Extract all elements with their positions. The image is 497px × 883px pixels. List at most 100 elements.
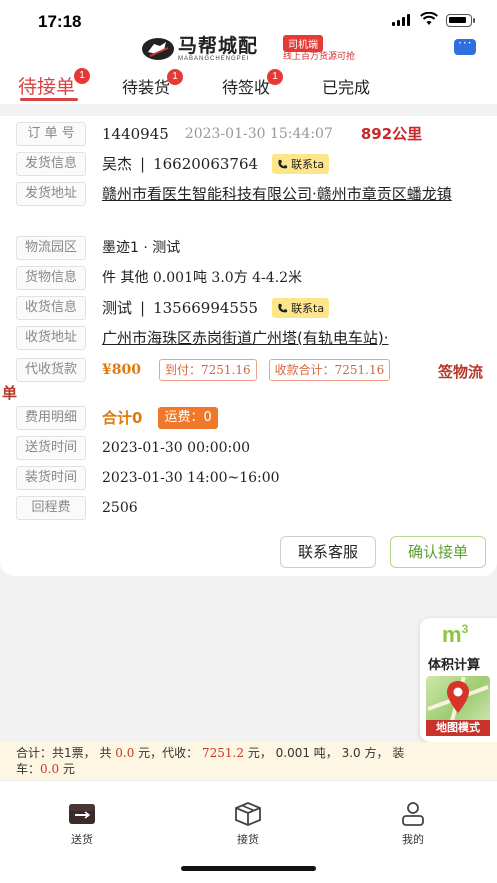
goods-info: 件 其他 0.001吨 3.0方 4-4.2米 [102, 270, 303, 286]
summary-mid1: 元，代收： [134, 746, 202, 760]
separator: | [140, 299, 146, 317]
summary-line2-prefix: 车： [16, 762, 41, 776]
tab-pending-load[interactable]: 待装货 [122, 74, 170, 98]
wifi-icon [420, 12, 438, 25]
status-time: 17:18 [38, 12, 82, 31]
order-no-row: 订 单 号 1440945 2023-01-30 15:44:07 892公里 [16, 122, 422, 146]
package-icon [235, 802, 261, 826]
collect-total-label: 收款合计： [274, 363, 335, 377]
to-pay-label: 到付： [164, 363, 201, 377]
logo-subtext: MABANGCHENGPEI [178, 56, 250, 62]
tab-completed[interactable]: 已完成 [322, 74, 370, 98]
goods-label: 货物信息 [16, 266, 86, 290]
logo: 马帮城配 MABANGCHENGPEI [140, 34, 258, 64]
return-fee: 2506 [102, 500, 138, 516]
chat-bubble-icon[interactable] [454, 36, 476, 55]
nav-item-pickup[interactable]: 接货 [218, 801, 278, 847]
battery-icon [446, 14, 475, 27]
order-time: 2023-01-30 15:44:07 [184, 126, 333, 142]
loading-time-label: 装货时间 [16, 466, 86, 490]
sender-address-link[interactable]: 赣州市看医生智能科技有限公司·赣州市章贡区蟠龙镇 [102, 182, 487, 206]
nav-item-delivery[interactable]: 送货 [52, 801, 112, 847]
sender-addr-label: 发货地址 [16, 182, 86, 206]
map-pin-icon [447, 681, 469, 713]
distance: 892公里 [360, 125, 423, 143]
tab-badge: 1 [74, 68, 90, 84]
phone-icon [278, 303, 288, 312]
m3-sup: 3 [461, 622, 469, 636]
summary-amount: 0.0 [115, 746, 135, 760]
summary-bar: 合计：共1票， 共 0.0 元，代收： 7251.2 元， 0.001 吨， 3… [0, 742, 497, 780]
tab-badge: 1 [267, 69, 283, 85]
order-tabs: 待接单 1 待装货 1 待签收 1 已完成 [0, 68, 497, 104]
fee-row: 费用明细 合计0 运费：0 [16, 406, 218, 430]
nav-label: 接货 [237, 833, 259, 846]
order-no-label: 订 单 号 [16, 122, 86, 146]
contact-sender-button[interactable]: 联系ta [272, 154, 330, 174]
nav-item-mine[interactable]: 我的 [383, 801, 443, 847]
sender-addr-row: 发货地址 赣州市看医生智能科技有限公司·赣州市章贡区蟠龙镇 [16, 182, 487, 206]
delivery-time: 2023-01-30 00:00:00 [102, 440, 251, 456]
cod-row: 代收货款 ¥800 到付：7251.16 收款合计：7251.16 [16, 358, 391, 382]
sender-phone: 16620063764 [153, 155, 259, 173]
cod-label: 代收货款 [16, 358, 86, 382]
app-header: 马帮城配 MABANGCHENGPEI 司机端 线上百万货源可抢 [0, 34, 497, 68]
sender-name: 吴杰 [102, 155, 133, 173]
confirm-order-button[interactable]: 确认接单 [390, 536, 486, 568]
contact-receiver-button[interactable]: 联系ta [272, 298, 330, 318]
logo-text: 马帮城配 [178, 35, 259, 57]
active-tab-indicator [20, 98, 78, 101]
receiver-label: 收货信息 [16, 296, 86, 320]
home-indicator [181, 866, 316, 871]
nav-label: 我的 [402, 833, 424, 846]
receiver-phone: 13566994555 [153, 299, 259, 317]
contact-label: 联系ta [291, 302, 325, 315]
nav-label: 送货 [71, 833, 93, 846]
status-bar: 17:18 [0, 0, 497, 34]
order-card: 订 单 号 1440945 2023-01-30 15:44:07 892公里 … [0, 116, 497, 576]
tab-pending-sign[interactable]: 待签收 [222, 74, 270, 98]
receiver-address-link[interactable]: 广州市海珠区赤岗街道广州塔(有轨电车站)· [102, 326, 487, 350]
order-no: 1440945 [102, 125, 169, 143]
sender-row: 发货信息 吴杰 | 16620063764 联系ta [16, 152, 330, 176]
park-label: 物流园区 [16, 236, 86, 260]
summary-line2-suffix: 元 [59, 762, 75, 776]
loading-time: 2023-01-30 14:00~16:00 [102, 470, 280, 486]
collect-total-pill: 收款合计：7251.16 [268, 359, 391, 381]
tab-badge: 1 [167, 69, 183, 85]
to-pay-pill: 到付：7251.16 [158, 359, 257, 381]
park-row: 物流园区 墨迹1 · 测试 [16, 236, 180, 260]
park: 墨迹1 · 测试 [102, 240, 181, 256]
sign-logistics-label: 签物流 [438, 363, 484, 381]
receiver-name: 测试 [102, 299, 133, 317]
freight-pill: 运费：0 [158, 407, 218, 429]
phone-icon [278, 159, 288, 168]
user-icon [402, 802, 424, 826]
summary-cod: 7251.2 [202, 746, 244, 760]
summary-loading: 0.0 [40, 762, 60, 776]
delivery-time-label: 送货时间 [16, 436, 86, 460]
tab-pending-accept[interactable]: 待接单 [18, 72, 75, 99]
return-fee-label: 回程费 [16, 496, 86, 520]
sign-logistics-label-cont: 单 [2, 384, 18, 402]
driver-slogan: 线上百万货源可抢 [283, 52, 356, 62]
delivery-time-row: 送货时间 2023-01-30 00:00:00 [16, 436, 250, 460]
separator: | [140, 155, 146, 173]
collect-total-value: 7251.16 [334, 363, 385, 377]
map-mode-button[interactable]: 地图模式 [426, 676, 490, 736]
receiver-addr-label: 收货地址 [16, 326, 86, 350]
volume-calc-button[interactable]: 体积计算 [428, 654, 480, 673]
return-fee-row: 回程费 2506 [16, 496, 138, 520]
summary-mid2: 元， 0.001 吨， 3.0 方， 装 [244, 746, 405, 760]
contact-label: 联系ta [291, 158, 325, 171]
contact-service-button[interactable]: 联系客服 [280, 536, 376, 568]
receiver-addr-row: 收货地址 广州市海珠区赤岗街道广州塔(有轨电车站)· [16, 326, 487, 350]
float-tools-panel: m3 体积计算 地图模式 [420, 618, 497, 742]
cod-amount: ¥800 [102, 362, 141, 378]
summary-prefix: 合计：共1票， 共 [16, 746, 116, 760]
volume-calc-icon[interactable]: m3 [442, 622, 468, 648]
receiver-row: 收货信息 测试 | 13566994555 联系ta [16, 296, 330, 320]
signal-icon [392, 14, 410, 26]
fee-label: 费用明细 [16, 406, 86, 430]
m3-letter: m [442, 622, 462, 647]
